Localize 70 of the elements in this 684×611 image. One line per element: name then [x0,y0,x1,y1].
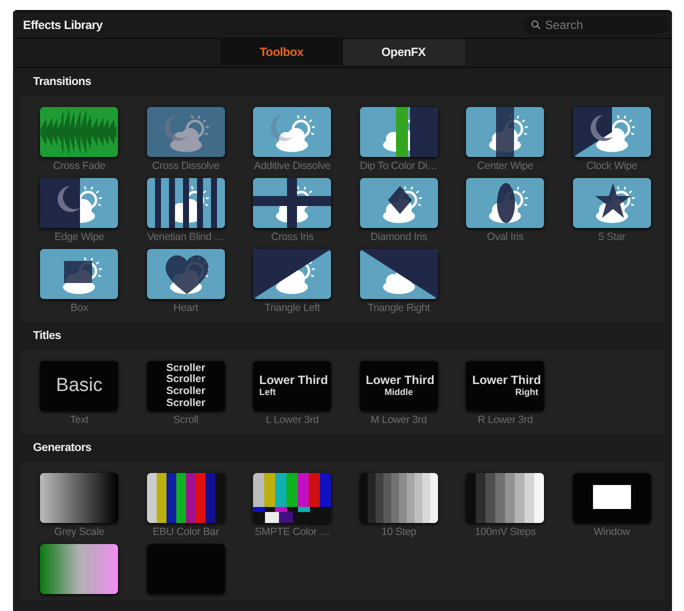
tab[interactable]: Toolbox [220,39,342,65]
transition-preview-icon [253,178,332,228]
preview-text: Scroller [165,398,206,410]
preview-text: Basic [55,376,104,396]
effect-label[interactable]: Diamond Iris [370,231,428,245]
transition-preview-icon [146,249,225,299]
effect-label[interactable]: Clock Wipe [586,160,638,174]
preview-text: Lower Third [364,374,436,388]
generator-preview-icon [146,544,225,594]
preview-text: Scroller [165,386,206,398]
preview-text: Scroller [165,362,206,374]
effect-label[interactable]: Text [70,414,88,428]
effect-label[interactable]: Dip To Color Di… [360,160,438,174]
search-icon [531,20,541,30]
effect-label[interactable]: Cross Iris [271,231,314,245]
effect-label[interactable]: Cross Dissolve [152,160,220,174]
effect-label[interactable]: Additive Dissolve [254,160,331,174]
generator-preview-icon [40,473,118,523]
effect-label[interactable]: R Lower 3rd [478,414,533,428]
effect-label[interactable]: L Lower 3rd [266,414,319,428]
generator-preview-icon [146,473,225,523]
generator-preview-icon [40,544,118,594]
generator-preview-icon [360,473,438,523]
preview-text: Middle [384,388,414,398]
section-title: Transitions [32,75,92,90]
section-title: Titles [32,329,62,344]
transition-preview-icon [466,107,544,157]
preview-text: Lower Third [471,374,542,388]
panel-title: Effects Library [23,18,103,32]
preview-text: Scroller [165,374,206,386]
effect-label[interactable]: Box [70,302,88,316]
effect-label[interactable]: Cross Fade [53,160,106,174]
transition-preview-icon [572,107,651,157]
effect-label[interactable]: Oval Iris [486,231,524,245]
effect-label[interactable]: Center Wipe [477,160,534,174]
effect-label[interactable]: Scroll [173,414,198,428]
transition-preview-icon [360,249,438,299]
transition-preview-icon [466,178,544,228]
effect-label[interactable]: Heart [173,302,198,316]
transition-preview-icon [253,249,332,299]
transition-preview-icon [572,178,651,228]
effect-label[interactable]: M Lower 3rd [370,414,427,428]
generator-preview-icon [466,473,544,523]
effect-label[interactable]: Triangle Left [264,302,320,316]
transition-preview-icon [360,107,438,157]
transition-preview-icon [40,249,118,299]
preview-text: Lower Third [258,374,329,388]
section-title: Generators [32,441,92,456]
effect-label[interactable]: Window [594,526,630,540]
transition-preview-icon [40,178,118,228]
tab[interactable]: OpenFX [342,39,464,65]
generator-preview-icon [572,473,651,523]
preview-text: Right [514,388,540,398]
generator-preview-icon [253,473,332,523]
effect-label[interactable]: EBU Color Bar [152,526,219,540]
effect-label[interactable]: 100mV Steps [474,526,536,540]
effect-label[interactable]: Edge Wipe [54,231,104,245]
effect-label[interactable]: 5 Star [598,231,626,245]
transition-preview-icon [146,178,225,228]
transition-preview-icon [360,178,438,228]
effect-label[interactable]: Venetian Blind … [147,231,224,245]
waveform-icon [40,107,118,157]
transition-preview-icon [253,107,332,157]
effect-label[interactable]: Grey Scale [54,526,104,540]
effect-label[interactable]: SMPTE Color … [254,526,330,540]
effect-label[interactable]: 10 Step [381,526,416,540]
search-field[interactable]: Search [523,16,668,34]
effect-label[interactable]: Triangle Right [368,302,430,316]
preview-text: Left [258,388,277,398]
transition-preview-icon [146,107,225,157]
